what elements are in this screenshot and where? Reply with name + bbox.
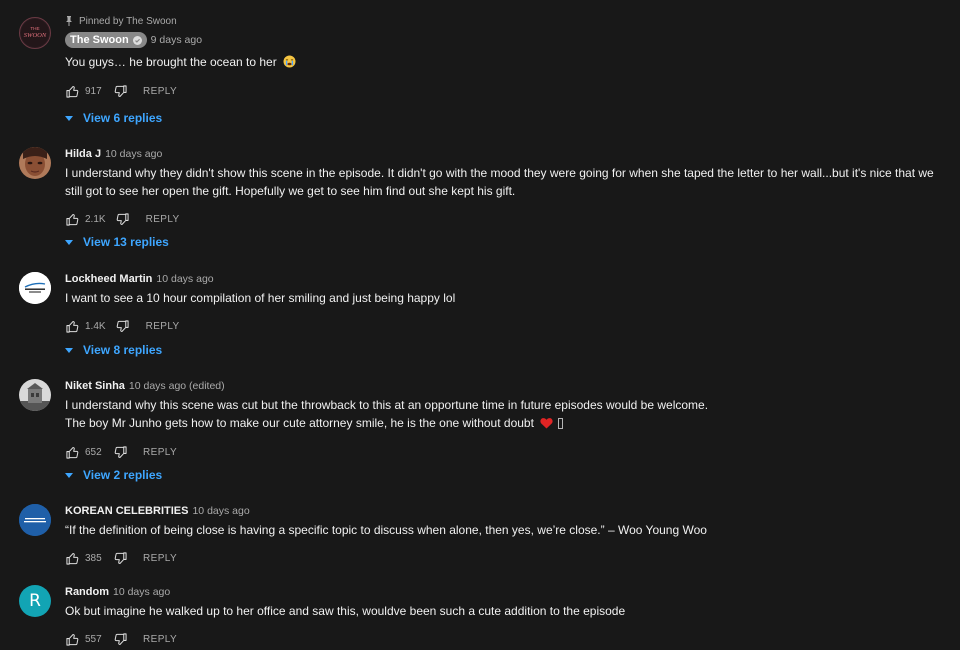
chevron-down-icon [65,472,73,478]
thumbs-up-icon [65,633,78,646]
like-count: 2.1K [85,213,106,225]
comment-actions: 557 REPLY [65,632,954,648]
reply-button[interactable]: REPLY [146,321,180,332]
crying-face-emoji-icon [283,55,296,74]
author-channel-badge[interactable]: The Swoon [65,32,147,48]
dislike-button[interactable] [116,320,130,334]
reply-button[interactable]: REPLY [146,214,180,225]
author-name[interactable]: Lockheed Martin [65,273,152,285]
like-count: 1.4K [85,321,106,332]
like-button[interactable] [65,552,79,566]
reply-button[interactable]: REPLY [143,86,177,97]
view-replies-label: View 6 replies [83,111,163,125]
chevron-down-icon [65,347,73,353]
dislike-button[interactable] [113,633,127,647]
verified-check-icon [132,35,142,45]
dislike-button[interactable] [113,85,127,99]
thumbs-up-icon [65,446,78,459]
reply-button[interactable]: REPLY [143,447,177,458]
comment-text: “If the definition of being close is hav… [65,523,707,537]
red-heart-emoji-icon [540,417,553,435]
avatar-initial: R [29,591,41,611]
user-avatar-photo-icon [19,379,51,411]
comment-actions: 652 REPLY [65,444,954,460]
chevron-down-icon [65,115,73,121]
thumbs-up-icon [65,213,78,226]
author-name[interactable]: Niket Sinha [65,380,125,392]
thumbs-down-icon [116,320,129,333]
svg-text:SWOON: SWOON [24,32,47,39]
dislike-button[interactable] [113,552,127,566]
the-swoon-logo-icon: THE SWOON [20,18,50,48]
comment-actions: 2.1K REPLY [65,211,954,227]
like-count: 557 [85,634,102,645]
like-button[interactable] [65,633,79,647]
comment-time[interactable]: 9 days ago [151,34,202,46]
user-avatar-photo-icon [19,147,51,179]
like-button[interactable] [65,320,79,334]
author-name[interactable]: The Swoon [70,34,129,46]
comment-text-line-1: I understand why this scene was cut but … [65,398,709,412]
unknown-glyph-icon [557,417,563,435]
dislike-button[interactable] [116,212,130,226]
avatar-hilda-j[interactable] [19,147,51,179]
pinned-label: Pinned by The Swoon [79,15,177,27]
comment-actions: 917 REPLY [65,84,954,100]
avatar-lockheed-martin[interactable] [19,272,51,304]
reply-button[interactable]: REPLY [143,553,177,564]
dislike-button[interactable] [113,445,127,459]
comment-time[interactable]: 10 days ago [105,148,162,160]
like-count: 385 [85,553,102,564]
comment-text: You guys… he brought the ocean to her [65,55,277,69]
view-replies-label: View 8 replies [83,343,163,357]
like-count: 917 [85,86,102,97]
comment-text: I understand why this scene was cut but … [65,397,954,434]
thumbs-up-icon [65,320,78,333]
author-name[interactable]: Random [65,586,109,598]
view-replies-label: View 2 replies [83,468,163,482]
chevron-down-icon [65,239,73,245]
avatar-the-swoon[interactable]: THE SWOON [19,17,51,49]
author-name[interactable]: Hilda J [65,148,101,160]
thumbs-down-icon [114,445,127,458]
like-button[interactable] [65,85,79,99]
like-button[interactable] [65,212,79,226]
like-count: 652 [85,446,102,458]
comment-text: Ok but imagine he walked up to her offic… [65,604,626,618]
comment-text-wrapper: You guys… he brought the ocean to her [65,54,954,74]
thumbs-up-icon [65,85,78,98]
comment-text: I want to see a 10 hour compilation of h… [65,291,456,305]
like-button[interactable] [65,445,79,459]
comment-text: I understand why they didn't show this s… [65,166,934,198]
comment-time[interactable]: 10 days ago [156,273,213,285]
pinned-indicator: Pinned by The Swoon [65,14,954,28]
korean-celebrities-logo-icon [19,504,51,536]
view-replies-button[interactable]: View 6 replies [65,110,162,126]
avatar-niket-sinha[interactable] [19,379,51,411]
lockheed-martin-logo-icon [19,272,51,304]
reply-button[interactable]: REPLY [143,634,177,645]
thumbs-down-icon [114,552,127,565]
comment-actions: 385 REPLY [65,551,954,567]
thumbs-down-icon [116,212,129,225]
thumbs-up-icon [65,552,78,565]
avatar-random[interactable]: R [19,585,51,617]
author-name[interactable]: KOREAN CELEBRITIES [65,505,188,517]
comment-actions: 1.4K REPLY [65,319,954,335]
comment-text-line-2-wrapper: The boy Mr Junho gets how to make our cu… [65,415,954,435]
thumbs-down-icon [114,85,127,98]
thumbs-down-icon [114,633,127,646]
comment-time[interactable]: 10 days ago [192,505,249,517]
pin-icon [65,16,73,26]
view-replies-button[interactable]: View 8 replies [65,342,162,358]
comment-time[interactable]: 10 days ago [113,586,170,598]
avatar-korean-celebrities[interactable] [19,504,51,536]
view-replies-label: View 13 replies [83,235,169,249]
comment-time[interactable]: 10 days ago (edited) [129,380,225,392]
view-replies-button[interactable]: View 13 replies [65,234,169,250]
comment-text-line-2: The boy Mr Junho gets how to make our cu… [65,415,534,430]
svg-text:THE: THE [30,26,39,31]
view-replies-button[interactable]: View 2 replies [65,467,162,483]
